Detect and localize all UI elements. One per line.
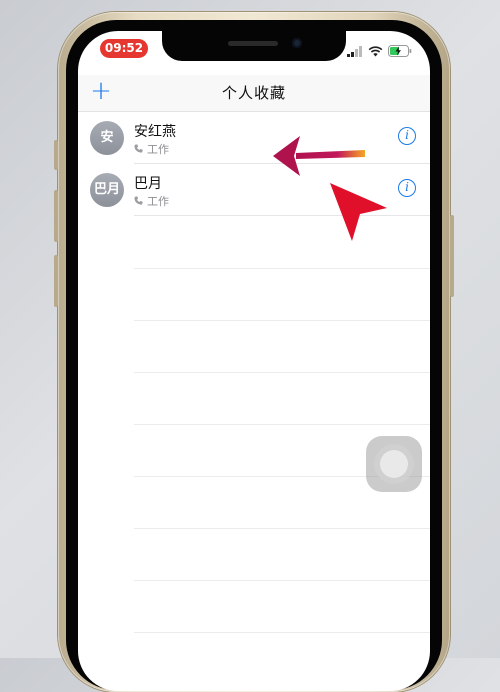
cellular-signal-icon (347, 42, 363, 61)
avatar: 安 (90, 121, 124, 155)
phone-screen: 09:52 + 个人收藏 安 安红燕 工作 i 巴月 巴月 工作 i (78, 31, 430, 691)
contact-label: 工作 (147, 143, 169, 156)
page-title: 个人收藏 (221, 84, 286, 102)
favorite-row[interactable]: 巴月 巴月 工作 i (78, 164, 430, 216)
assistive-touch-center (380, 450, 408, 478)
empty-row-divider (134, 424, 430, 425)
empty-row-divider (134, 580, 430, 581)
mute-switch (54, 140, 58, 170)
empty-row-divider (134, 268, 430, 269)
wifi-icon (368, 42, 383, 61)
power-button (450, 215, 454, 297)
volume-up-button (54, 190, 58, 242)
empty-row-divider (134, 320, 430, 321)
row-divider (134, 215, 430, 216)
front-camera (292, 38, 302, 48)
contact-label-line: 工作 (134, 193, 169, 209)
status-time[interactable]: 09:52 (100, 39, 148, 58)
info-icon[interactable]: i (398, 179, 416, 197)
info-icon[interactable]: i (398, 127, 416, 145)
avatar: 巴月 (90, 173, 124, 207)
contact-label: 工作 (147, 195, 169, 208)
empty-row-divider (134, 372, 430, 373)
phone-icon (134, 143, 143, 156)
navigation-bar: + 个人收藏 (78, 75, 430, 112)
favorite-row[interactable]: 安 安红燕 工作 i (78, 112, 430, 164)
favorites-list: 安 安红燕 工作 i 巴月 巴月 工作 i (78, 112, 430, 633)
contact-name: 巴月 (134, 176, 162, 192)
assistive-touch-button[interactable] (366, 436, 422, 492)
status-icons (347, 42, 412, 61)
contact-label-line: 工作 (134, 141, 169, 157)
empty-row-divider (134, 632, 430, 633)
earpiece-speaker (228, 41, 278, 46)
notch (162, 31, 346, 61)
contact-name: 安红燕 (134, 124, 176, 140)
battery-charging-icon (388, 42, 412, 61)
phone-icon (134, 195, 143, 208)
volume-down-button (54, 255, 58, 307)
empty-row-divider (134, 528, 430, 529)
